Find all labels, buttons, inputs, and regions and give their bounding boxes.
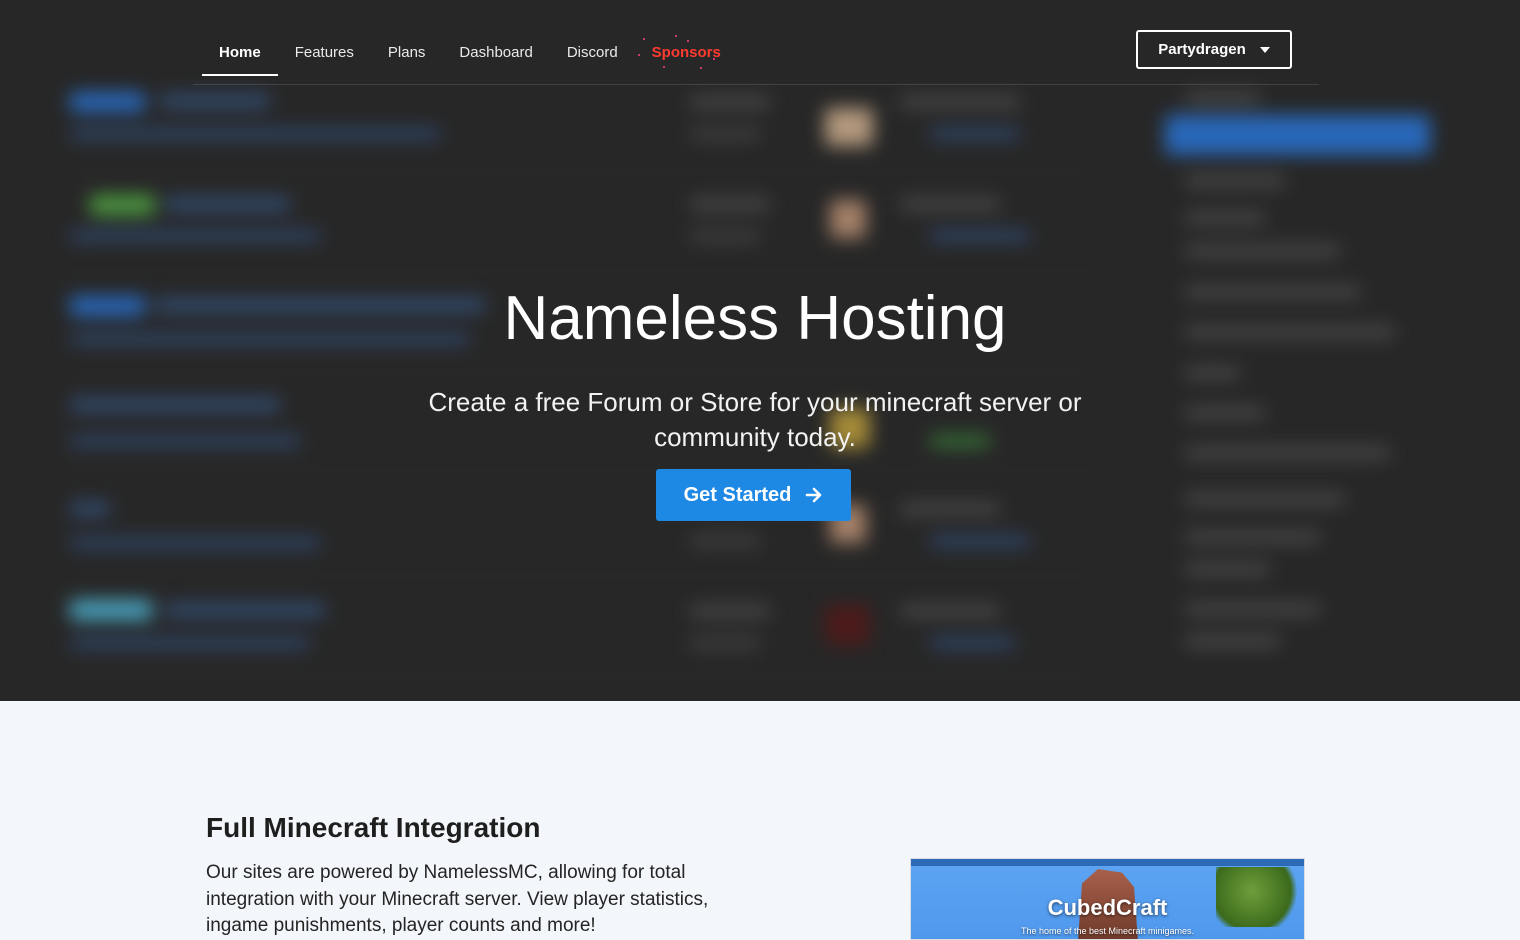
caret-down-icon bbox=[1259, 46, 1270, 53]
sparkle-icon bbox=[674, 35, 677, 37]
preview-navbar bbox=[911, 859, 1304, 866]
hero-subtitle: Create a free Forum or Store for your mi… bbox=[428, 387, 1082, 452]
hero-title: Nameless Hosting bbox=[503, 284, 1007, 353]
feature-title: Full Minecraft Integration bbox=[206, 812, 541, 843]
nav-dashboard[interactable]: Dashboard bbox=[442, 30, 549, 76]
sparkle-icon bbox=[686, 40, 689, 42]
nav-discord[interactable]: Discord bbox=[550, 30, 635, 76]
get-started-button[interactable]: Get Started bbox=[656, 469, 851, 521]
user-menu-button[interactable]: Partydragen bbox=[1136, 30, 1292, 69]
feature-preview-image: CubedCraft The home of the best Minecraf… bbox=[910, 858, 1305, 940]
nav-features[interactable]: Features bbox=[278, 30, 371, 76]
sparkle-icon bbox=[699, 67, 702, 69]
arrow-right-icon bbox=[806, 487, 822, 503]
nav-plans[interactable]: Plans bbox=[371, 30, 443, 76]
nav-divider bbox=[193, 84, 1319, 85]
sparkle-icon bbox=[662, 66, 665, 68]
hero-section: Home Features Plans Dashboard Discord Sp… bbox=[0, 0, 1520, 701]
get-started-label: Get Started bbox=[683, 483, 792, 506]
nav-sponsors[interactable]: Sponsors bbox=[635, 30, 738, 76]
nav-home[interactable]: Home bbox=[202, 30, 278, 76]
sparkle-icon bbox=[712, 58, 715, 60]
preview-tagline: The home of the best Minecraft minigames… bbox=[1020, 926, 1195, 936]
nav-sponsors-label: Sponsors bbox=[651, 44, 721, 61]
main-nav: Home Features Plans Dashboard Discord Sp… bbox=[202, 30, 738, 76]
preview-title: CubedCraft bbox=[1047, 895, 1168, 920]
user-name: Partydragen bbox=[1158, 41, 1246, 58]
sparkle-icon bbox=[642, 38, 645, 40]
feature-description: Our sites are powered by NamelessMC, all… bbox=[206, 862, 709, 936]
sparkle-icon bbox=[637, 54, 640, 56]
